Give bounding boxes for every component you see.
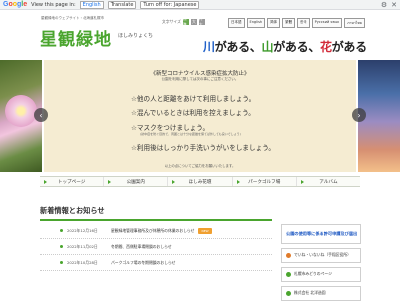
lang-korean[interactable]: 한국 <box>297 18 310 28</box>
nav-flower-bed[interactable]: ほしみ花壇 <box>168 177 233 186</box>
notice-line: ☆マスクをつけましょう。 <box>131 124 210 132</box>
news-date: 2022年10月28日 <box>67 259 98 265</box>
site-logo[interactable]: 星観緑地 <box>40 25 112 50</box>
sapporo-green-banner[interactable]: 札幌市みどりのページ <box>281 267 361 282</box>
notice-line: ☆利用後はしっかり手洗いうがいをしましょう。 <box>131 144 275 152</box>
news-title[interactable]: パークゴルフ場の冬期閉鎖のおしらせ <box>111 260 175 266</box>
banner-links: 公園の使用等に係る許可申請及び届出 でいね・いないね（手稲区役所） 札幌市みどり… <box>281 224 361 301</box>
permit-banner[interactable]: 公園の使用等に係る許可申請及び届出 <box>281 224 361 244</box>
company-icon <box>286 291 291 296</box>
google-logo: Google <box>3 1 28 8</box>
lang-traditional-chinese[interactable]: 繁體 <box>282 18 296 28</box>
global-nav: トップページ 公園案内 ほしみ花壇 パークゴルフ場 アルバム <box>40 176 360 187</box>
news-section: 新着情報とお知らせ 2022年12月16日 星観緑地管理事務所及び休憩所の休業の… <box>40 206 272 300</box>
notice-title: 《新型コロナウイルス感染症拡大防止》 <box>150 71 250 77</box>
hero-slider: 《新型コロナウイルス感染症拡大防止》 公園を利用に際しては次の事にご注意ください… <box>0 60 400 172</box>
news-item[interactable]: 2022年10月28日 パークゴルフ場の冬期閉鎖のおしらせ <box>40 255 272 271</box>
lang-japanese[interactable]: 日本語 <box>228 18 245 28</box>
news-title[interactable]: 冬期間、西側駐車場閉鎖のおしらせ <box>111 244 172 250</box>
ward-icon <box>286 253 291 258</box>
covid-notice-slide: 《新型コロナウイルス感染症拡大防止》 公園を利用に際しては次の事にご注意ください… <box>44 60 356 172</box>
notice-line: ☆混んでいるときは利用を控えましょう。 <box>131 109 255 117</box>
slider-prev-arrow[interactable]: ‹ <box>34 108 48 122</box>
news-item[interactable]: 2022年12月16日 星観緑地管理事務所及び休憩所の休業のおしらせ NEW <box>40 223 272 239</box>
teine-ward-banner[interactable]: でいね・いないね（手稲区役所） <box>281 248 361 263</box>
news-date: 2022年12月16日 <box>67 227 98 233</box>
lang-english[interactable]: English <box>246 18 266 28</box>
font-xlarge-button[interactable]: 特大 <box>198 16 205 27</box>
mask-note: (熱中症を防ぐ目的で、周囲とは十分な距離を保てば外しても良いでしょう) <box>140 132 241 136</box>
notice-subtitle: 公園を利用に際しては次の事にご注意ください。 <box>161 77 239 81</box>
hokuyo-zoen-banner[interactable]: 株式会社 北洋造園 <box>281 286 361 301</box>
news-item[interactable]: 2022年11月02日 冬期間、西側駐車場閉鎖のおしらせ <box>40 239 272 255</box>
news-date: 2022年11月02日 <box>67 243 98 249</box>
font-size-switcher: 文字サイズ 標準 大 特大 <box>162 16 205 27</box>
lang-thai[interactable]: ภาษาไทย <box>344 18 365 28</box>
banner-label: 株式会社 北洋造園 <box>294 290 326 296</box>
news-title[interactable]: 星観緑地管理事務所及び休憩所の休業のおしらせ <box>111 228 194 234</box>
language-select[interactable]: English <box>79 0 104 9</box>
notice-footer: 以上の点についてご協力をお願いいたします。 <box>164 164 236 168</box>
language-links: 日本語 English 简体 繁體 한국 Русский язык ภาษาไท… <box>228 18 365 28</box>
news-heading: 新着情報とお知らせ <box>40 206 272 221</box>
leaf-icon <box>286 272 291 277</box>
close-icon[interactable]: ✕ <box>391 1 397 9</box>
view-label: View this page in: <box>31 1 76 8</box>
new-badge: NEW <box>198 227 212 234</box>
font-large-button[interactable]: 大 <box>190 19 197 25</box>
site-tagline: 星観緑地のウェブサイト・北海道札幌市 <box>41 16 104 20</box>
notice-line: ☆他の人と距離をあけて利用しましょう。 <box>131 95 256 103</box>
banner-label: 札幌市みどりのページ <box>294 271 332 277</box>
nav-album[interactable]: アルバム <box>297 177 360 186</box>
site-header: 星観緑地のウェブサイト・北海道札幌市 星観緑地 ほしみりょくち 文字サイズ 標準… <box>0 10 400 60</box>
gear-icon[interactable]: ⚙ <box>381 1 387 9</box>
banner-label: でいね・いないね（手稲区役所） <box>294 252 351 258</box>
lang-simplified-chinese[interactable]: 简体 <box>267 18 281 28</box>
translate-button[interactable]: Translate <box>107 0 137 9</box>
translate-bar: Google View this page in: English Transl… <box>0 0 400 10</box>
nav-park-guide[interactable]: 公園案内 <box>104 177 169 186</box>
site-slogan: 川がある、山がある、花がある <box>203 40 367 54</box>
site-logo-kana: ほしみりょくち <box>118 33 154 39</box>
lang-russian[interactable]: Русский язык <box>311 18 343 28</box>
slider-next-arrow[interactable]: › <box>352 108 366 122</box>
font-size-label: 文字サイズ <box>162 19 181 24</box>
nav-park-golf[interactable]: パークゴルフ場 <box>233 177 297 186</box>
nav-top[interactable]: トップページ <box>40 177 105 186</box>
turn-off-button[interactable]: Turn off for: Japanese <box>140 0 200 9</box>
font-standard-button[interactable]: 標準 <box>182 16 189 27</box>
